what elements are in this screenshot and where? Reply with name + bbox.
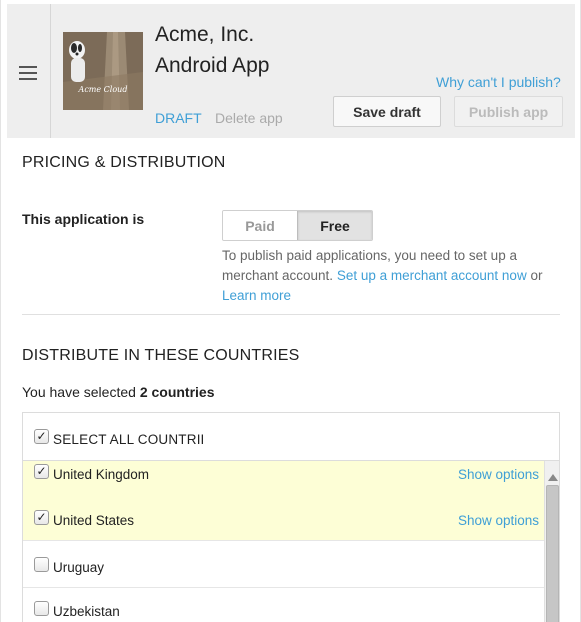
status-badge: DRAFT xyxy=(155,110,202,126)
free-option[interactable]: Free xyxy=(298,211,372,240)
selected-countries-summary: You have selected 2 countries xyxy=(22,384,215,400)
scroll-up-arrow-icon[interactable] xyxy=(548,474,558,481)
show-options-link[interactable]: Show options xyxy=(458,467,539,482)
app-icon-image: Acme Cloud xyxy=(63,32,143,110)
learn-more-link[interactable]: Learn more xyxy=(222,288,291,303)
country-list-scrollbar[interactable] xyxy=(544,461,559,622)
application-is-label: This application is xyxy=(22,211,145,227)
show-options-link[interactable]: Show options xyxy=(458,513,539,528)
country-name: United Kingdom xyxy=(53,467,150,482)
save-draft-button[interactable]: Save draft xyxy=(333,96,441,127)
selected-count: 2 countries xyxy=(139,384,215,400)
country-name: United States xyxy=(53,513,135,528)
merchant-help-text: To publish paid applications, you need t… xyxy=(222,246,557,306)
tree-dog-photo-icon xyxy=(63,32,143,110)
country-checkbox[interactable]: ✓ xyxy=(34,464,49,479)
country-row[interactable]: Uruguay xyxy=(23,541,544,588)
section-divider xyxy=(22,314,560,315)
country-list: ✓ SELECT ALL COUNTRIES ✓ United Kingdom … xyxy=(22,412,560,622)
app-title: Acme, Inc. Android App xyxy=(155,23,270,77)
thumb-caption: Acme Cloud xyxy=(78,85,128,94)
hamburger-menu-icon[interactable] xyxy=(19,66,37,80)
app-header: Acme Cloud Acme, Inc. Android App DRAFT … xyxy=(7,4,575,138)
country-checkbox[interactable] xyxy=(34,557,49,572)
help-or: or xyxy=(530,268,543,283)
country-name: Uruguay xyxy=(53,560,105,575)
country-checkbox[interactable] xyxy=(34,601,49,616)
select-all-row[interactable]: ✓ SELECT ALL COUNTRIES xyxy=(23,413,559,461)
setup-merchant-link[interactable]: Set up a merchant account now xyxy=(337,268,527,283)
select-all-label: SELECT ALL COUNTRIES xyxy=(53,432,203,447)
paid-option[interactable]: Paid xyxy=(223,211,298,240)
country-name: Uzbekistan xyxy=(53,604,120,619)
country-row[interactable]: ✓ United States Show options xyxy=(23,494,544,541)
selected-prefix: You have selected xyxy=(22,384,136,400)
select-all-checkbox[interactable]: ✓ xyxy=(34,429,49,444)
distribution-section-title: DISTRIBUTE IN THESE COUNTRIES xyxy=(22,347,300,364)
pricing-section-title: PRICING & DISTRIBUTION xyxy=(22,154,226,171)
country-checkbox[interactable]: ✓ xyxy=(34,510,49,525)
publish-app-button[interactable]: Publish app xyxy=(454,96,563,127)
scroll-thumb[interactable] xyxy=(546,485,559,622)
nav-rail xyxy=(7,4,51,138)
pricing-toggle: Paid Free xyxy=(222,210,373,241)
country-row[interactable]: Uzbekistan xyxy=(23,588,544,622)
delete-app-link[interactable]: Delete app xyxy=(215,110,283,126)
why-cant-publish-link[interactable]: Why can't I publish? xyxy=(436,74,561,90)
